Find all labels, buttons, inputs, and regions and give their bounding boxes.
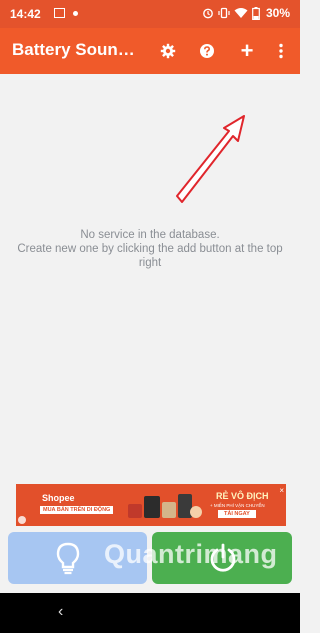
image-icon	[54, 8, 65, 18]
wifi-icon	[234, 8, 248, 18]
battery-icon	[252, 6, 260, 20]
ad-products-image	[128, 494, 202, 518]
ad-tagline: MUA BÁN TRÊN DI ĐỘNG	[40, 506, 114, 514]
empty-state-message: No service in the database. Create new o…	[10, 228, 290, 270]
ad-banner[interactable]: Shopee MUA BÁN TRÊN DI ĐỘNG RẺ VÔ ĐỊCH +…	[16, 484, 286, 526]
ad-subline: + MIỄN PHÍ VẬN CHUYỂN	[210, 503, 265, 508]
ad-close-icon[interactable]: ×	[279, 486, 284, 495]
ad-brand: Shopee	[42, 493, 75, 503]
lightbulb-icon	[56, 542, 80, 575]
settings-icon	[160, 43, 176, 59]
battery-percent: 30%	[265, 6, 290, 20]
add-button[interactable]: +	[236, 38, 258, 63]
app-bar: Battery Sound Notification +	[0, 28, 300, 74]
ad-cta-button[interactable]: TẢI NGAY	[218, 510, 256, 518]
add-icon: +	[240, 38, 254, 63]
status-time: 14:42	[10, 7, 41, 21]
back-icon[interactable]: ‹	[58, 603, 63, 621]
adchoices-icon[interactable]	[18, 516, 26, 524]
help-button[interactable]	[196, 40, 218, 62]
status-bar: 14:42 30%	[0, 0, 300, 28]
settings-button[interactable]	[157, 40, 179, 62]
empty-state-line-2: Create new one by clicking the add butto…	[17, 243, 283, 269]
vibrate-icon	[218, 7, 230, 19]
app-title: Battery Sound Notification	[12, 40, 142, 59]
alarm-icon	[203, 8, 213, 19]
watermark: Quantrimang	[104, 539, 278, 569]
notification-dot-icon	[73, 11, 78, 16]
empty-state-line-1: No service in the database.	[80, 229, 220, 241]
more-options-button[interactable]	[270, 40, 292, 62]
more-vert-icon	[279, 43, 283, 59]
service-list-area: No service in the database. Create new o…	[0, 74, 300, 474]
annotation-arrow-icon	[176, 115, 245, 203]
navigation-bar: ‹	[0, 593, 300, 633]
ad-headline: RẺ VÔ ĐỊCH	[216, 491, 269, 501]
help-icon	[200, 44, 214, 58]
